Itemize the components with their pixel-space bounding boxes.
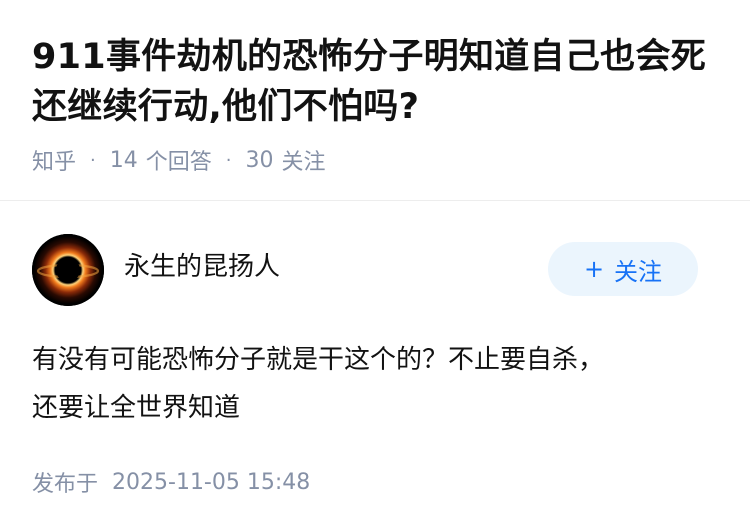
meta-separator: · [90,149,96,171]
follow-button[interactable]: + 关注 [548,242,698,296]
question-meta: 知乎 · 14 个回答 · 30 关注 [32,143,326,177]
publish-info: 发布于 2025-11-05 15:48 [32,464,310,500]
source-label[interactable]: 知乎 [32,144,76,176]
section-divider [0,200,750,201]
author-name[interactable]: 永生的昆扬人 [124,250,280,284]
author-row: 永生的昆扬人 + 关注 [32,234,718,306]
black-hole-avatar-icon [32,234,104,306]
publish-datetime: 2025-11-05 15:48 [112,469,311,495]
question-header: 911事件劫机的恐怖分子明知道自己也会死还继续行动,他们不怕吗? 知乎 · 14… [0,0,750,200]
plus-icon: + [583,255,605,283]
question-title[interactable]: 911事件劫机的恐怖分子明知道自己也会死还继续行动,他们不怕吗? [32,32,722,132]
answer-line: 有没有可能恐怖分子就是干这个的？不止要自杀， [32,345,605,375]
answer-content[interactable]: 有没有可能恐怖分子就是干这个的？不止要自杀， 还要让全世界知道 [32,336,722,432]
answer-count-label: 个回答 [145,150,212,175]
meta-separator: · [225,149,232,171]
avatar[interactable] [32,234,104,306]
follow-count: 30 [245,147,274,173]
answer-count: 14 [109,147,138,173]
follow-button-label: 关注 [614,257,663,286]
publish-label: 发布于 [32,472,99,497]
answer-line: 还要让全世界知道 [32,393,241,423]
follow-count-label: 关注 [281,150,326,175]
